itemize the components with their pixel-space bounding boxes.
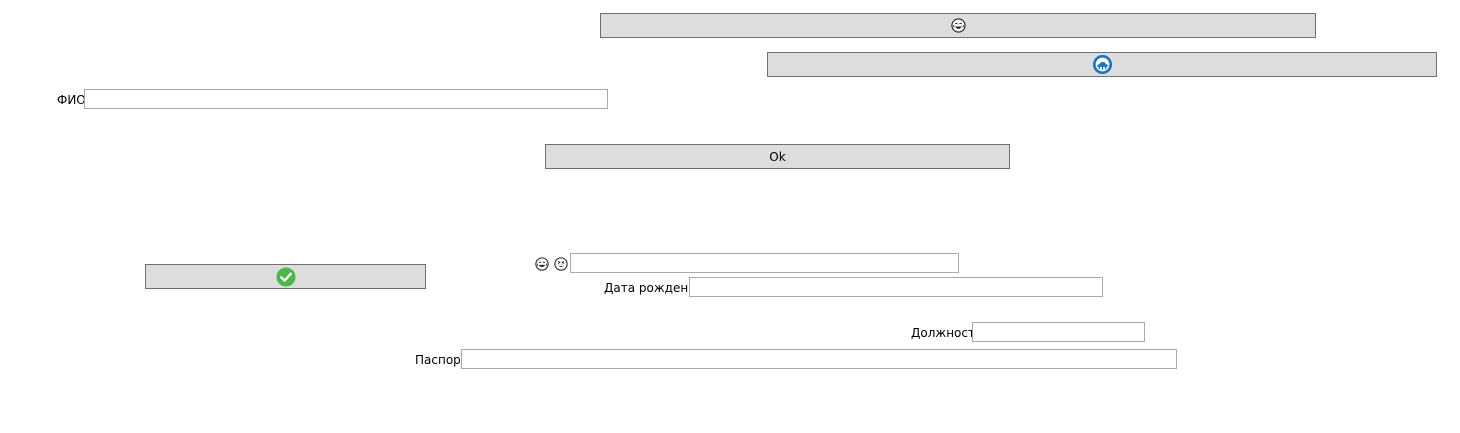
green-check-circle-icon bbox=[276, 267, 296, 287]
ok-button-label: Ok bbox=[769, 149, 786, 164]
blue-icon-button[interactable] bbox=[767, 52, 1437, 77]
face-with-tears-of-joy-icon bbox=[950, 18, 966, 33]
passport-field[interactable] bbox=[461, 349, 1177, 369]
emoji-field[interactable] bbox=[570, 253, 959, 273]
grinning-squinting-face-icon bbox=[554, 257, 568, 271]
blue-cloud-badge-icon bbox=[1092, 54, 1113, 75]
face-with-tears-of-joy-icon bbox=[535, 257, 549, 271]
passport-label: Паспорт bbox=[415, 353, 468, 367]
laugh-emoji-button[interactable] bbox=[600, 13, 1316, 38]
position-field[interactable] bbox=[972, 322, 1145, 342]
fio-field[interactable] bbox=[84, 89, 608, 109]
ok-button[interactable]: Ok bbox=[545, 144, 1010, 169]
fio-label: ФИО bbox=[57, 93, 86, 107]
birth-date-field[interactable] bbox=[689, 277, 1103, 297]
confirm-button[interactable] bbox=[145, 264, 426, 289]
